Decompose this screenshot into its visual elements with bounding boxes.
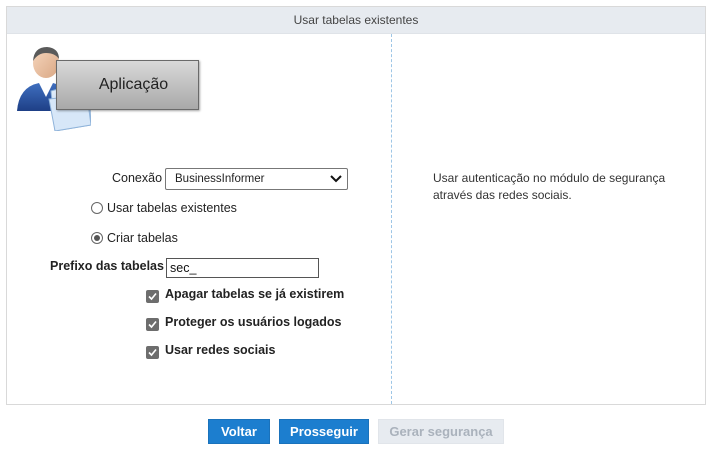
panel-title: Usar tabelas existentes [7,7,705,34]
checkbox-proteger-usuarios[interactable]: Proteger os usuários logados [146,315,341,331]
radio-button-checked[interactable] [91,232,103,244]
checkbox-label: Usar redes sociais [165,343,276,357]
security-panel: Usar tabelas existentes Aplicação Conexã… [6,6,706,405]
radio-button[interactable] [91,202,103,214]
radio-label: Usar tabelas existentes [107,201,237,215]
radio-criar-tabelas[interactable]: Criar tabelas [91,231,178,245]
checkbox[interactable] [146,346,159,359]
prefixo-input[interactable]: sec_ [166,258,319,278]
info-text: Usar autenticação no módulo de segurança… [433,170,693,204]
checkmark-icon [148,348,157,357]
checkbox[interactable] [146,290,159,303]
checkbox-usar-redes-sociais[interactable]: Usar redes sociais [146,343,276,359]
checkmark-icon [148,320,157,329]
checkbox-label: Apagar tabelas se já existirem [165,287,345,301]
radio-usar-tabelas[interactable]: Usar tabelas existentes [91,201,237,215]
checkbox-label: Proteger os usuários logados [165,315,342,329]
prosseguir-button[interactable]: Prosseguir [279,419,369,444]
column-divider [391,34,392,404]
prefixo-label: Prefixo das tabelas [50,259,164,273]
aplicacao-button[interactable]: Aplicação [56,60,199,110]
info-line: Usar autenticação no módulo de segurança [433,171,666,185]
info-line: através das redes sociais. [433,188,572,202]
voltar-button[interactable]: Voltar [208,419,270,444]
chevron-down-icon [330,175,342,183]
gerar-seguranca-button[interactable]: Gerar segurança [378,419,504,444]
conexao-label: Conexão [112,171,163,185]
checkbox-apagar-tabelas[interactable]: Apagar tabelas se já existirem [146,287,344,303]
checkbox[interactable] [146,318,159,331]
radio-label: Criar tabelas [107,231,178,245]
conexao-select[interactable]: BusinessInformer [165,168,348,190]
checkmark-icon [148,292,157,301]
conexao-select-value: BusinessInformer [175,173,265,185]
